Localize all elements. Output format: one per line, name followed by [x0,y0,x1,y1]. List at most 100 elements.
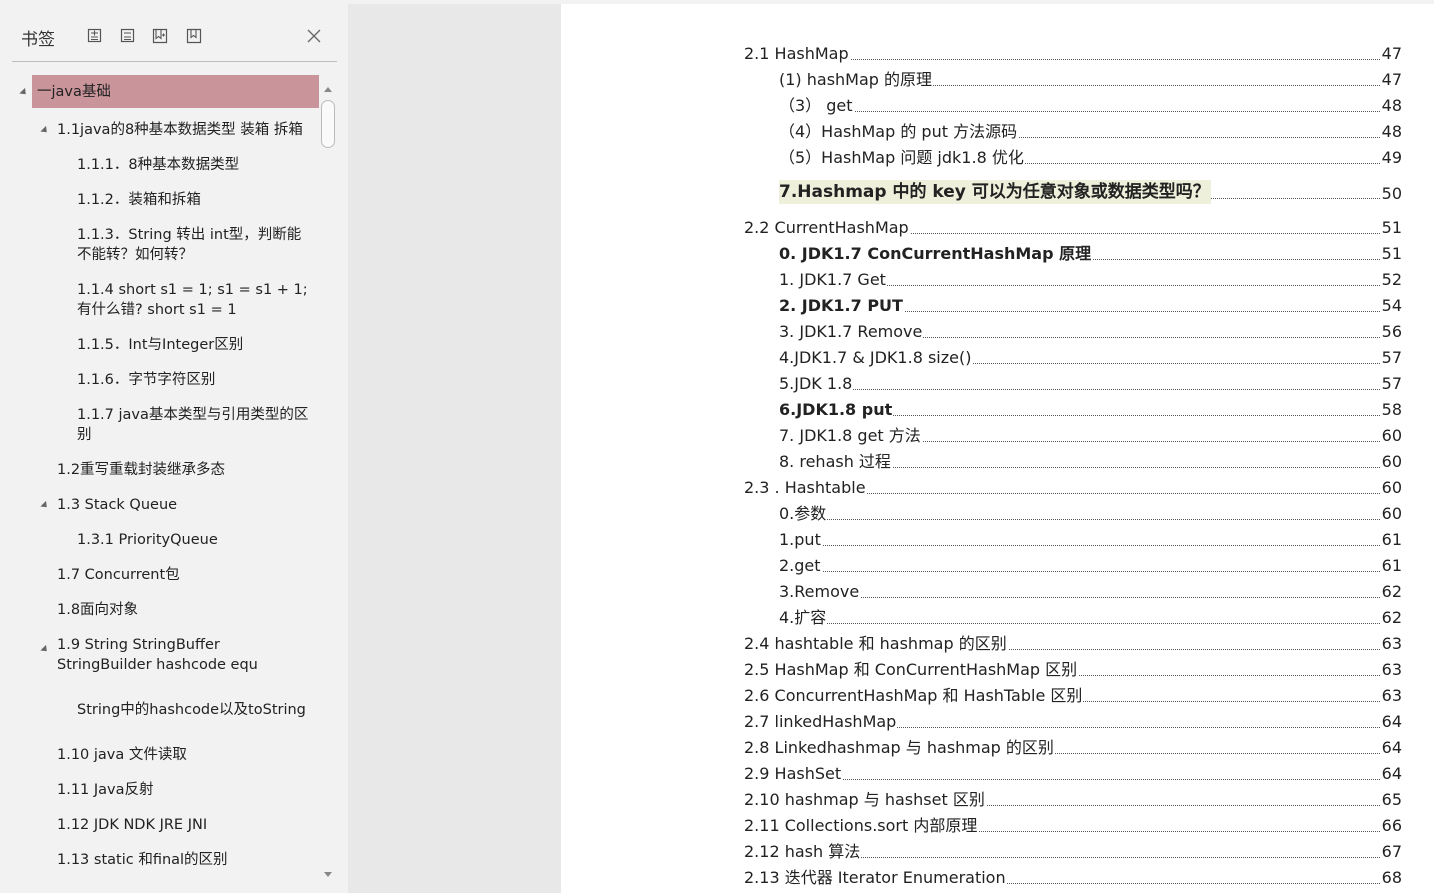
toc-entry-title: 2.3 . Hashtable [744,476,867,500]
bookmark-label: 1.3 Stack Queue [57,497,178,513]
bookmark-item[interactable]: 1.2重写重载封装继承多态 [12,455,320,485]
toc-entry[interactable]: 2. JDK1.7 PUT 54 [779,294,1402,318]
toc-entry[interactable]: 4.扩容 62 [779,606,1402,630]
scroll-down-icon[interactable] [324,872,332,877]
toc-entry[interactable]: 3.Remove 62 [779,580,1402,604]
toc-page-number: 68 [1380,866,1402,890]
toc-entry[interactable]: （4）HashMap 的 put 方法源码 48 [779,120,1402,144]
toc-page-number: 60 [1380,502,1402,526]
bookmark-item[interactable]: 1.10 java 文件读取 [12,740,320,770]
toc-entry[interactable]: 1.put 61 [779,528,1402,552]
toc-entry-title: 2. JDK1.7 PUT [779,294,904,318]
bookmark-item[interactable]: 1.1.5．Int与Integer区别 [12,330,320,360]
toc-entry[interactable]: 2.13 迭代器 Iterator Enumeration 68 [744,866,1402,890]
bookmark-label: 1.1.3．String 转出 int型，判断能不能转？如何转？ [77,227,302,263]
add-bookmark-icon[interactable] [150,26,170,46]
toc-entry[interactable]: 2.1 HashMap 47 [744,42,1402,66]
bookmark-panel-title: 书签 [21,30,55,50]
toc-page-number: 66 [1380,814,1402,838]
bookmark-item[interactable]: 1.12 JDK NDK JRE JNI [12,810,320,840]
toc-entry[interactable]: （3） get 48 [779,94,1402,118]
scroll-thumb[interactable] [321,100,335,148]
toc-entry-title: 0.参数 [779,502,828,526]
bookmark-item[interactable]: 1.1.1．8种基本数据类型 [12,150,320,180]
toc-entry[interactable]: 8. rehash 过程 60 [779,450,1402,474]
bookmark-label: 1.1.7 java基本类型与引用类型的区别 [77,407,309,443]
leader-dots [779,571,1382,572]
toc-page-number: 50 [1380,182,1402,206]
toc-page-number: 64 [1380,762,1402,786]
expand-all-icon[interactable] [85,26,105,46]
toc-page-number: 60 [1380,424,1402,448]
toc-entry[interactable]: 2.2 CurrentHashMap 51 [744,216,1402,240]
toc-entry[interactable]: 7.Hashmap 中的 key 可以为任意对象或数据类型吗？ 50 [779,178,1402,206]
toc-entry[interactable]: 2.9 HashSet 64 [744,762,1402,786]
toc-entry[interactable]: 1. JDK1.7 Get 52 [779,268,1402,292]
toc-entry[interactable]: 2.10 hashmap 与 hashset 区别 65 [744,788,1402,812]
bookmark-label: 1.12 JDK NDK JRE JNI [57,817,208,833]
bookmark-item[interactable]: 1.3.1 PriorityQueue [12,525,320,555]
toc-entry[interactable]: 2.4 hashtable 和 hashmap 的区别 63 [744,632,1402,656]
scrollbar[interactable] [320,75,337,885]
bookmark-item[interactable]: 1.1.4 short s1 = 1; s1 = s1 + 1;有什么错? sh… [12,275,320,325]
toc-entry-title: 4.扩容 [779,606,828,630]
toc-entry[interactable]: 2.11 Collections.sort 内部原理 66 [744,814,1402,838]
bookmark-item[interactable]: 1.8面向对象 [12,595,320,625]
expand-caret-icon[interactable] [40,500,50,511]
toc-entry[interactable]: 3. JDK1.7 Remove 56 [779,320,1402,344]
bookmark-label: 1.7 Concurrent包 [57,567,180,583]
bookmark-item[interactable]: 1.1.2．装箱和拆箱 [12,185,320,215]
close-icon[interactable] [304,26,324,46]
toc-entry[interactable]: （5）HashMap 问题 jdk1.8 优化 49 [779,146,1402,170]
bookmark-item[interactable]: 一java基础 [19,75,319,108]
toc-page-number: 47 [1380,42,1402,66]
toc-entry[interactable]: 2.3 . Hashtable 60 [744,476,1402,500]
scroll-track[interactable] [320,75,337,885]
toc-page-number: 61 [1380,554,1402,578]
bookmark-item[interactable]: 1.9 String StringBuffer StringBuilder ha… [12,630,320,680]
bookmark-item[interactable]: 1.1java的8种基本数据类型 装箱 拆箱 [12,115,320,145]
toc-entry[interactable]: 2.12 hash 算法 67 [744,840,1402,864]
toc-entry-title: （3） get [779,94,854,118]
toc-entry[interactable]: 7. JDK1.8 get 方法 60 [779,424,1402,448]
toc-entry[interactable]: 4.JDK1.7 & JDK1.8 size() 57 [779,346,1402,370]
scroll-up-icon[interactable] [324,87,332,92]
collapse-all-icon[interactable] [118,26,138,46]
bookmark-item[interactable]: 1.1.3．String 转出 int型，判断能不能转？如何转？ [12,220,320,270]
bookmark-label: 1.10 java 文件读取 [57,747,187,763]
bookmark-label: 1.1.1．8种基本数据类型 [77,157,240,173]
toc-entry[interactable]: (1) hashMap 的原理 47 [779,68,1402,92]
bookmark-icon[interactable] [184,26,204,46]
toc-entry-title: 2.1 HashMap [744,42,850,66]
toc-page-number: 49 [1380,146,1402,170]
toc-entry-title: 7. JDK1.8 get 方法 [779,424,922,448]
toc-entry[interactable]: 2.6 ConcurrentHashMap 和 HashTable 区别 63 [744,684,1402,708]
toc-entry[interactable]: 2.get 61 [779,554,1402,578]
toc-entry[interactable]: 6.JDK1.8 put 58 [779,398,1402,422]
bookmark-item[interactable]: String中的hashcode以及toString [12,695,320,725]
expand-caret-icon[interactable] [40,125,50,136]
bookmark-item[interactable]: 1.13 static 和final的区别 [12,845,320,875]
toc-entry[interactable]: 2.5 HashMap 和 ConCurrentHashMap 区别 63 [744,658,1402,682]
bookmark-tree: 一java基础 1.1java的8种基本数据类型 装箱 拆箱 1.1.1．8种基本数… [12,63,320,893]
toc-page-number: 63 [1380,658,1402,682]
toc-page-number: 62 [1380,606,1402,630]
bookmark-label: 1.9 String StringBuffer StringBuilder ha… [57,637,258,673]
bookmark-item[interactable]: 1.3 Stack Queue [12,490,320,520]
bookmark-panel-header: 书签 [0,0,348,62]
expand-caret-icon[interactable] [19,87,29,98]
toc-entry[interactable]: 0.参数 60 [779,502,1402,526]
expand-caret-icon[interactable] [40,644,50,655]
bookmark-item[interactable]: 1.1.7 java基本类型与引用类型的区别 [12,400,320,450]
bookmark-item[interactable]: 1.11 Java反射 [12,775,320,805]
toc-page-number: 51 [1380,242,1402,266]
bookmark-item[interactable]: 1.7 Concurrent包 [12,560,320,590]
toc-entry[interactable]: 0. JDK1.7 ConCurrentHashMap 原理 51 [779,242,1402,266]
toc-entry[interactable]: 2.7 linkedHashMap 64 [744,710,1402,734]
toc-entry-title: 2.2 CurrentHashMap [744,216,910,240]
bookmark-item[interactable]: 1.1.6．字节字符区别 [12,365,320,395]
toc-entry[interactable]: 5.JDK 1.8 57 [779,372,1402,396]
bookmark-label: 1.8面向对象 [57,602,139,618]
toc-page-number: 63 [1380,632,1402,656]
toc-entry[interactable]: 2.8 Linkedhashmap 与 hashmap 的区别 64 [744,736,1402,760]
